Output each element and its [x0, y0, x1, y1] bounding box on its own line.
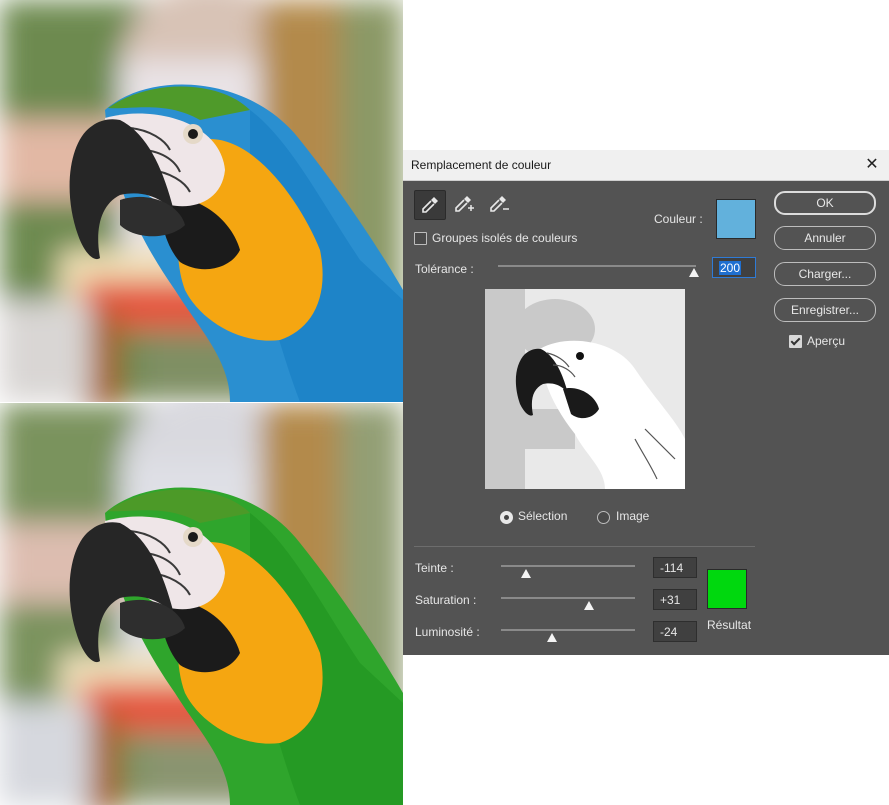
original-photo [0, 0, 403, 402]
lightness-input[interactable]: -24 [653, 621, 697, 642]
lightness-slider-thumb[interactable] [547, 633, 557, 642]
save-button[interactable]: Enregistrer... [774, 298, 876, 322]
preview-checkbox[interactable] [789, 335, 802, 348]
lightness-label: Luminosité : [415, 625, 480, 639]
fuzziness-slider-thumb[interactable] [689, 268, 699, 277]
eyedropper-tool-button[interactable] [414, 190, 446, 220]
hue-slider-thumb[interactable] [521, 569, 531, 578]
fuzziness-label: Tolérance : [415, 262, 474, 276]
result-swatch[interactable] [707, 569, 747, 609]
replace-color-dialog: Remplacement de couleur ✕ Groupes isolés… [403, 150, 889, 655]
color-swatch[interactable] [716, 199, 756, 239]
result-parrot-image [0, 403, 403, 805]
localized-color-clusters-checkbox[interactable] [414, 232, 427, 245]
lightness-slider-track[interactable] [501, 629, 635, 631]
image-radio-label: Image [616, 509, 650, 523]
image-radio[interactable] [597, 511, 610, 524]
fuzziness-slider-track[interactable] [498, 265, 696, 267]
hue-input[interactable]: -114 [653, 557, 697, 578]
saturation-input[interactable]: +31 [653, 589, 697, 610]
close-icon[interactable]: ✕ [861, 154, 883, 176]
eyedropper-add-tool-button[interactable] [449, 190, 479, 218]
saturation-slider-track[interactable] [501, 597, 635, 599]
selection-radio-label: Sélection [518, 509, 568, 523]
color-label: Couleur : [654, 212, 703, 226]
localized-color-clusters-label: Groupes isolés de couleurs [432, 231, 578, 245]
dialog-title: Remplacement de couleur [411, 158, 552, 172]
fuzziness-value: 200 [719, 261, 742, 275]
result-label: Résultat [707, 618, 752, 632]
preview-label: Aperçu [807, 334, 846, 348]
selection-mask-image [485, 289, 685, 489]
hue-slider-track[interactable] [501, 565, 635, 567]
fuzziness-input[interactable]: 200 [712, 257, 756, 278]
eyedropper-minus-icon [490, 196, 509, 212]
eyedropper-icon [422, 197, 438, 213]
selection-preview [485, 289, 685, 489]
saturation-slider-thumb[interactable] [584, 601, 594, 610]
selection-radio[interactable] [500, 511, 513, 524]
section-divider [414, 546, 755, 547]
eyedropper-subtract-tool-button[interactable] [484, 190, 514, 218]
saturation-label: Saturation : [415, 593, 477, 607]
result-photo [0, 403, 403, 805]
hue-label: Teinte : [415, 561, 454, 575]
load-button[interactable]: Charger... [774, 262, 876, 286]
dialog-titlebar[interactable]: Remplacement de couleur ✕ [403, 150, 889, 181]
original-parrot-image [0, 0, 403, 402]
cancel-button[interactable]: Annuler [774, 226, 876, 250]
eyedropper-plus-icon [455, 196, 474, 212]
ok-button[interactable]: OK [774, 191, 876, 215]
